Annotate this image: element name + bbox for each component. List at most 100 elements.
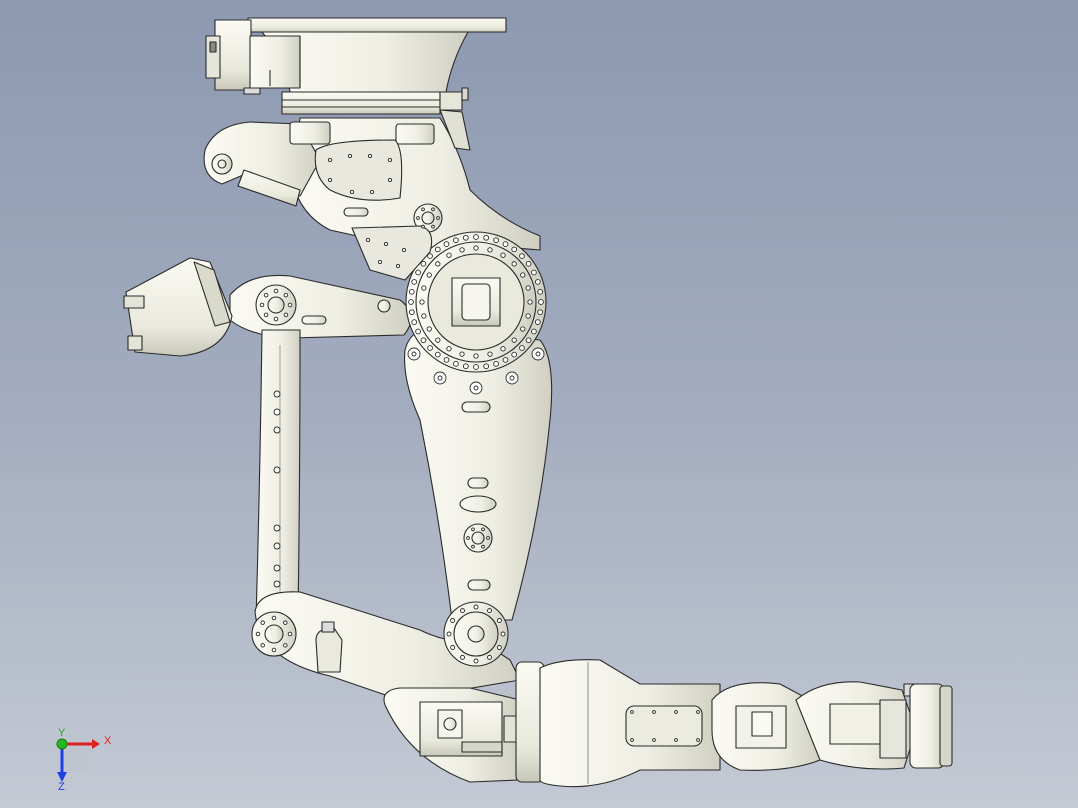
bolt-head [421,224,425,229]
bolt-head [273,524,281,532]
bolt-head [473,604,479,610]
wrist-motor-housing[interactable] [383,687,523,783]
bolt-head [520,272,526,278]
bolt-head [446,346,452,352]
bolt-head [471,544,475,549]
bolt-head [273,564,281,572]
bolt-head [509,375,515,381]
bolt-head [466,536,470,540]
bolt-head [421,313,427,319]
bolt-head [411,351,417,357]
bolt-head [481,527,485,532]
bolt-head [502,241,509,247]
bolt-head [473,364,479,370]
bolt-head [537,309,544,316]
base-mount[interactable] [205,17,507,115]
bolt-head [481,544,485,549]
bolt-head [369,189,375,195]
robot-arm-model[interactable]: X Y Z [0,0,1078,808]
bolt-head [511,351,518,358]
bolt-head [408,309,415,316]
bolt-head [431,207,435,212]
bolt-head [273,580,281,588]
bolt-head [283,643,288,648]
bolt-head [496,645,502,650]
bolt-head [426,272,432,278]
bolt-head [473,353,479,359]
bolt-head [500,346,506,352]
cad-viewport[interactable]: X Y Z [0,0,1078,808]
bolt-head [387,177,393,183]
bolt-head [415,328,421,335]
bolt-head [652,710,656,714]
wrist-assembly[interactable] [711,681,953,771]
bolt-head [421,285,427,291]
forearm[interactable] [515,659,721,788]
bolt-head [652,738,656,742]
counterbalance-link[interactable] [123,257,412,621]
elbow-joint[interactable] [443,601,509,667]
bolt-head [408,299,414,305]
bolt-head [453,360,459,367]
bolt-head [531,269,537,276]
bolt-head [473,234,479,240]
bolt-head [437,375,443,381]
bolt-head [459,351,465,357]
bolt-head [487,654,492,660]
bolt-head [534,279,541,285]
bolt-head [273,316,279,322]
bolt-head [450,618,456,623]
bolt-head [486,536,490,540]
bolt-head [411,279,418,285]
bolt-head [420,260,427,267]
bolt-head [487,351,493,357]
bolt-head [527,299,533,305]
bolt-head [420,337,427,344]
bolt-head [263,312,269,318]
bolt-head [471,527,475,532]
bolt-head [493,360,499,367]
bolt-head [273,426,281,434]
bolt-head [459,247,465,253]
bolt-head [446,631,452,637]
bolt-head [365,237,371,243]
bolt-head [419,299,425,305]
bolt-head [283,292,289,298]
bolt-head [538,299,544,305]
bolt-head [520,326,526,332]
bolt-head [435,261,441,267]
bolt-head [327,157,333,163]
bolt-head [426,326,432,332]
triad-z-label: Z [58,781,65,793]
bolt-head [367,153,373,159]
triad-y-label: Y [58,727,66,739]
bolt-head [511,261,517,267]
bolt-head [416,216,420,220]
bolt-head [462,363,469,370]
bolt-head [271,647,277,653]
bolt-head [408,288,415,295]
bolt-head [401,247,407,253]
bolt-head [446,252,452,258]
bolt-head [271,615,277,621]
bolt-head [434,246,441,253]
bolt-head [436,216,440,220]
bolt-head [519,253,525,259]
bolt-head [674,738,678,742]
bolt-head [327,177,333,183]
bolt-head [435,337,441,343]
bolt-head [421,207,425,212]
bolt-head [287,631,293,637]
bolt-head [696,738,700,742]
bolt-head [502,357,509,363]
bolt-head [511,337,517,343]
bolt-head [453,237,459,244]
bolt-head [460,608,465,614]
orientation-triad: X Y Z [56,727,112,793]
bolt-head [525,260,532,267]
bolt-head [443,241,450,247]
bolt-head [534,319,541,325]
bolt-head [460,654,465,660]
bolt-head [487,608,492,614]
bolt-head [427,345,433,351]
